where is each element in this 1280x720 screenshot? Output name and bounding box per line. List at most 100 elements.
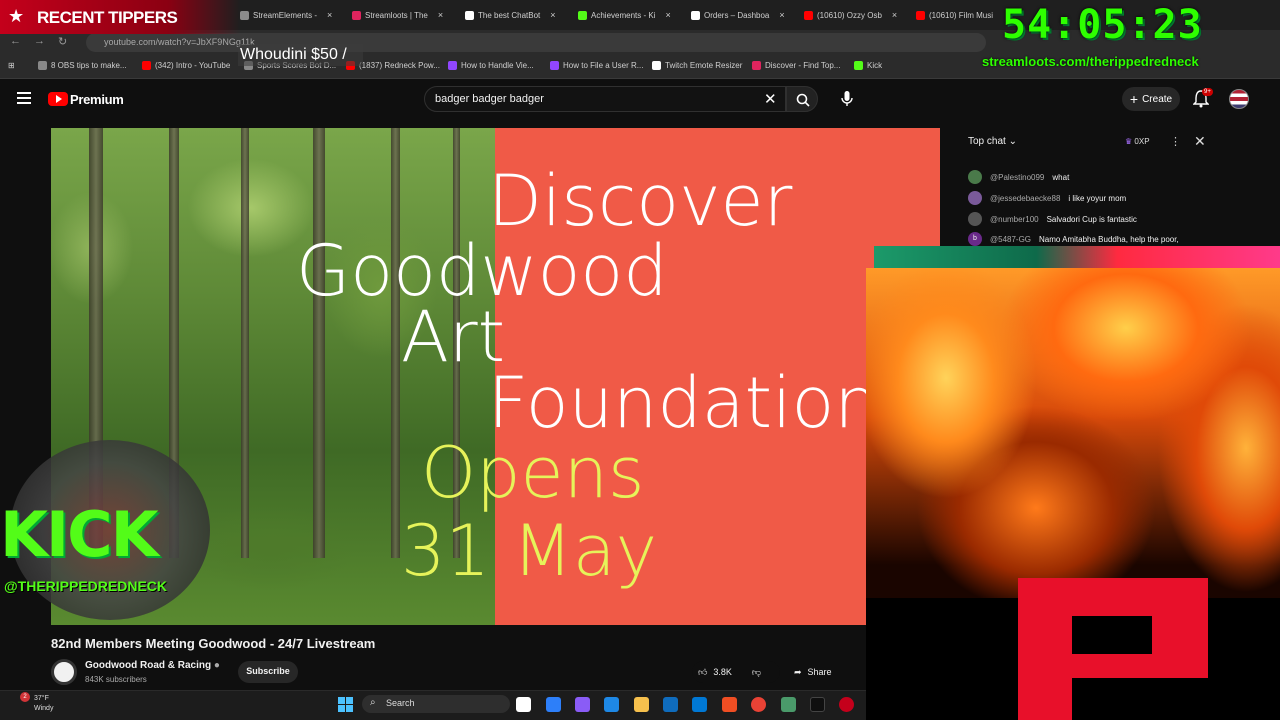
account-avatar[interactable] — [1229, 89, 1249, 109]
taskbar-app-icon[interactable] — [575, 697, 590, 712]
search-icon — [796, 93, 810, 107]
tab-close-icon[interactable]: × — [327, 10, 332, 20]
tab-achievements[interactable]: Achievements - Ki × — [578, 4, 688, 26]
bookmark-item[interactable]: (342) Intro - YouTube — [142, 61, 230, 70]
subathon-timer: 54:05:23 — [1002, 2, 1203, 48]
bookmark-favicon-icon — [652, 61, 661, 70]
tab-favicon-icon — [804, 10, 813, 20]
microphone-icon[interactable] — [840, 90, 854, 113]
tab-close-icon[interactable]: × — [550, 10, 555, 20]
weather-widget[interactable]: 37°F Windy — [34, 694, 53, 714]
channel-name[interactable]: Goodwood Road & Racing ● — [85, 660, 220, 671]
taskbar-app-icon[interactable] — [604, 697, 619, 712]
search-input[interactable]: badger badger badger — [424, 86, 786, 112]
tab-close-icon[interactable]: × — [438, 10, 443, 20]
bookmark-favicon-icon — [448, 61, 457, 70]
search-icon: ⌕ — [370, 697, 376, 708]
clear-search-icon[interactable]: ✕ — [764, 90, 777, 108]
taskbar-app-icon[interactable] — [546, 697, 561, 712]
bookmark-item[interactable]: How to File a User R... — [550, 61, 643, 70]
subscriber-count: 843K subscribers — [85, 675, 147, 684]
like-button[interactable]: 👍︎ 3.8K 👎︎ — [692, 661, 780, 683]
bookmark-favicon-icon — [550, 61, 559, 70]
alert-banner-strip — [874, 246, 1280, 268]
tab-chatbot[interactable]: The best ChatBot × — [465, 4, 575, 26]
tab-streamelements[interactable]: StreamElements - × — [240, 4, 348, 26]
tab-favicon-icon — [691, 10, 700, 20]
tab-favicon-icon — [240, 10, 249, 20]
url-field[interactable]: youtube.com/watch?v=JbXF9NGg11k — [86, 33, 986, 52]
tab-close-icon[interactable]: × — [779, 10, 784, 20]
tab-favicon-icon — [578, 10, 587, 20]
taskbar-app-icon[interactable] — [781, 697, 796, 712]
terminal-icon[interactable] — [810, 697, 825, 712]
windows-start-icon[interactable] — [338, 697, 353, 712]
bookmark-favicon-icon — [142, 61, 151, 70]
tab-favicon-icon — [352, 10, 361, 20]
bookmark-item[interactable]: Twitch Emote Resizer — [652, 61, 742, 70]
youtube-brand[interactable]: Premium — [70, 92, 124, 107]
bookmark-favicon-icon — [854, 61, 863, 70]
folder-icon[interactable] — [634, 697, 649, 712]
apps-grid-icon[interactable]: ⊞ — [8, 61, 15, 70]
tab-film-music[interactable]: (10610) Film Musi — [916, 4, 1000, 26]
bookmark-item[interactable]: Kick — [854, 61, 882, 70]
tab-orders[interactable]: Orders – Dashboa × — [691, 4, 801, 26]
weather-badge: 2 — [20, 692, 30, 702]
avatar — [968, 170, 982, 184]
subscribe-button[interactable]: Subscribe — [238, 661, 298, 683]
thumbs-up-icon: 👍︎ — [698, 666, 708, 677]
taskbar-app-icon[interactable] — [516, 697, 531, 712]
chat-message: @number100 Salvadori Cup is fantastic — [968, 212, 1137, 226]
xp-badge[interactable]: ♛ 0XP — [1125, 137, 1150, 146]
youtube-logo-icon[interactable] — [48, 92, 68, 106]
share-button[interactable]: ➦ Share — [790, 661, 852, 683]
notification-count-badge: 9+ — [1202, 88, 1213, 96]
search-button[interactable] — [786, 86, 818, 112]
bookmark-item[interactable]: How to Handle Vie... — [448, 61, 534, 70]
taskbar-search[interactable]: Search — [362, 695, 510, 713]
chat-message: b @5487-GG Namo Amitabha Buddha, help the … — [968, 232, 1179, 246]
tab-streamloots[interactable]: Streamloots | The × — [352, 4, 462, 26]
tab-favicon-icon — [465, 10, 474, 20]
bookmark-favicon-icon — [38, 61, 47, 70]
thumbs-down-icon[interactable]: 👎︎ — [752, 667, 761, 678]
verified-check-icon: ● — [213, 660, 220, 671]
chat-message: @jessedebaecke88 i like yoyur mom — [968, 191, 1126, 205]
taskbar-app-icon[interactable] — [839, 697, 854, 712]
flames-graphic — [866, 268, 1280, 598]
plus-icon: + — [1129, 91, 1139, 107]
slide-line-discover: Discover — [488, 160, 793, 242]
avatar: b — [968, 232, 982, 246]
fire-alert-overlay — [866, 268, 1280, 720]
recent-tipper: Whoudini $50 / — [238, 44, 363, 66]
tab-close-icon[interactable]: × — [665, 10, 670, 20]
slide-line-date: 31 May — [401, 510, 658, 592]
tab-ozzy[interactable]: (10610) Ozzy Osb × — [804, 4, 912, 26]
back-arrow-icon[interactable]: ← — [10, 35, 21, 47]
tab-close-icon[interactable]: × — [892, 10, 897, 20]
reload-icon[interactable]: ↻ — [58, 35, 67, 48]
forward-arrow-icon[interactable]: → — [34, 35, 45, 47]
bookmark-favicon-icon — [752, 61, 761, 70]
crown-icon: ♛ — [1125, 137, 1133, 146]
close-chat-icon[interactable]: ✕ — [1194, 133, 1206, 150]
hamburger-menu-icon[interactable] — [17, 92, 31, 104]
chrome-icon[interactable] — [751, 697, 766, 712]
outlook-icon[interactable] — [692, 697, 707, 712]
kick-handle: @THERIPPEDREDNECK — [4, 578, 168, 594]
taskbar-app-icon[interactable] — [722, 697, 737, 712]
chat-mode-dropdown[interactable]: Top chat ⌄ — [968, 136, 1017, 147]
streamloots-url: streamloots.com/therippedredneck — [982, 54, 1199, 69]
star-icon: ★ — [8, 6, 25, 26]
avatar — [968, 191, 982, 205]
more-options-icon[interactable]: ⋮ — [1170, 135, 1181, 148]
screen: StreamElements - × Streamloots | The × The… — [0, 0, 1280, 720]
taskbar-app-icon[interactable] — [663, 697, 678, 712]
channel-avatar[interactable] — [51, 659, 77, 685]
bookmark-item[interactable]: Discover - Find Top... — [752, 61, 840, 70]
create-button[interactable]: + Create — [1122, 87, 1180, 111]
share-arrow-icon: ➦ — [794, 666, 802, 677]
bookmark-item[interactable]: 8 OBS tips to make... — [38, 61, 127, 70]
kick-logo-text: KICK — [0, 498, 159, 571]
